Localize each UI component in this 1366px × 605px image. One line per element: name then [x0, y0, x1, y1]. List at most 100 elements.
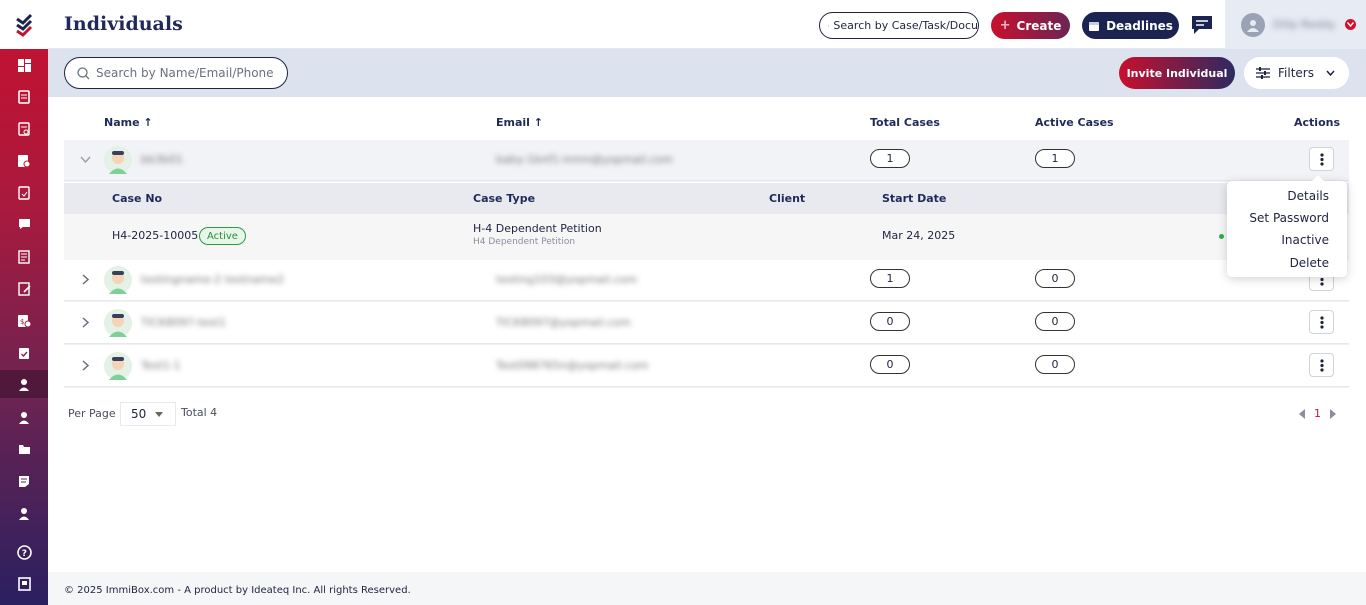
menu-item-details[interactable]: Details	[1287, 189, 1329, 203]
total-cases-count: 0	[870, 355, 910, 374]
individual-email: Test098765n@yopmail.com	[496, 359, 649, 372]
total-cases-count: 1	[870, 269, 910, 288]
case-type-subtitle: H4 Dependent Petition	[473, 237, 576, 247]
active-cases-count: 1	[1035, 149, 1075, 168]
deadlines-label: Deadlines	[1106, 18, 1173, 33]
user-name: Dilip Reddy	[1273, 18, 1336, 31]
individuals-icon[interactable]	[0, 370, 48, 398]
more-actions-button[interactable]	[1309, 353, 1334, 377]
chevron-right-icon[interactable]	[78, 358, 92, 372]
menu-item-inactive[interactable]: Inactive	[1281, 233, 1329, 247]
users-icon[interactable]	[0, 499, 48, 527]
chevron-down-icon[interactable]	[1345, 19, 1356, 30]
more-actions-button[interactable]	[1309, 147, 1334, 171]
menu-item-delete[interactable]: Delete	[1290, 256, 1329, 270]
column-header-case-no: Case No	[112, 192, 163, 205]
chevron-right-icon[interactable]	[78, 272, 92, 286]
global-search-input[interactable]: Search by Case/Task/Docu	[819, 12, 979, 39]
next-page-icon[interactable]	[1329, 408, 1336, 419]
copyright-text: © 2025 ImmiBox.com - A product by Ideate…	[64, 585, 411, 596]
user-avatar	[104, 266, 132, 294]
chevron-down-icon[interactable]	[78, 152, 92, 166]
chat-button[interactable]	[1189, 12, 1215, 38]
column-header-name[interactable]: Name ↑	[104, 116, 153, 129]
table-row[interactable]: Test1-1 Test098765n@yopmail.com 0 0	[64, 346, 1349, 387]
case-number[interactable]: H4-2025-10005	[112, 229, 198, 242]
table-row[interactable]: bb3b01 baby-1bnf1-mmn@yopmail.com 1 1	[64, 140, 1349, 181]
actions-dropdown-menu: Details Set Password Inactive Delete	[1227, 175, 1347, 277]
individual-name[interactable]: testingname-2 testname2	[141, 273, 284, 286]
sliders-icon	[1256, 67, 1270, 79]
messages-icon[interactable]	[0, 210, 48, 238]
column-header-actions: Actions	[1294, 116, 1340, 129]
footer: © 2025 ImmiBox.com - A product by Ideate…	[48, 572, 1366, 605]
billing-icon[interactable]	[0, 147, 48, 175]
column-header-start-date: Start Date	[882, 192, 947, 205]
create-button[interactable]: + Create	[991, 12, 1070, 39]
svg-text:?: ?	[21, 549, 26, 559]
table-row[interactable]: testingname-2 testname2 testing103@yopma…	[64, 260, 1349, 301]
documents-icon[interactable]	[0, 115, 48, 143]
individual-name[interactable]: bb3b01	[141, 153, 183, 166]
prev-page-icon[interactable]	[1299, 408, 1306, 419]
calendar-icon	[1089, 21, 1100, 31]
dropdown-arrow	[1312, 175, 1324, 181]
status-badge: Active	[199, 227, 246, 245]
notes-icon[interactable]	[0, 243, 48, 271]
list-search[interactable]	[64, 57, 288, 89]
sort-arrow-icon: ↑	[143, 116, 153, 129]
tasks-icon[interactable]	[0, 339, 48, 367]
kebab-icon	[1319, 152, 1324, 166]
chevron-down-icon	[1326, 70, 1335, 76]
pagination: 1	[1299, 407, 1336, 420]
folder-icon[interactable]	[0, 435, 48, 463]
global-search-placeholder: Search by Case/Task/Docu	[833, 19, 978, 32]
current-page[interactable]: 1	[1314, 407, 1321, 420]
guide-icon[interactable]	[0, 570, 48, 598]
search-icon	[77, 66, 90, 79]
column-header-client: Client	[769, 192, 806, 205]
case-row[interactable]: H4-2025-10005 Active H-4 Dependent Petit…	[64, 214, 1349, 260]
individual-name[interactable]: Test1-1	[141, 359, 181, 372]
total-cases-count: 0	[870, 312, 910, 331]
deadlines-button[interactable]: Deadlines	[1082, 12, 1179, 39]
column-header-email[interactable]: Email ↑	[496, 116, 543, 129]
app-logo[interactable]	[0, 0, 48, 49]
sidebar: $ ?	[0, 0, 48, 605]
filters-label: Filters	[1278, 66, 1314, 80]
sort-arrow-icon: ↑	[533, 116, 544, 129]
filters-button[interactable]: Filters	[1244, 57, 1349, 89]
templates-icon[interactable]	[0, 467, 48, 495]
caret-down-icon	[155, 412, 163, 417]
menu-item-set-password[interactable]: Set Password	[1249, 211, 1329, 225]
reports-icon[interactable]	[0, 275, 48, 303]
chat-icon	[1192, 16, 1212, 34]
kebab-icon	[1319, 315, 1324, 329]
dashboard-icon[interactable]	[0, 51, 48, 79]
forms-icon[interactable]	[0, 179, 48, 207]
invoices-icon[interactable]: $	[0, 307, 48, 335]
user-avatar	[104, 352, 132, 380]
case-type: H-4 Dependent Petition	[473, 222, 602, 235]
individual-name[interactable]: TICK8097-test1	[141, 316, 226, 329]
chevron-right-icon[interactable]	[78, 315, 92, 329]
search-icon	[828, 24, 830, 27]
contacts-icon[interactable]	[0, 403, 48, 431]
user-menu[interactable]: Dilip Reddy	[1225, 0, 1366, 49]
invite-individual-button[interactable]: Invite Individual	[1119, 57, 1235, 89]
more-actions-button[interactable]	[1309, 310, 1334, 334]
individual-email: TICK8097@yopmail.com	[496, 316, 631, 329]
search-input[interactable]	[96, 66, 276, 80]
per-page-select[interactable]: 50	[120, 402, 176, 426]
svg-text:$: $	[20, 318, 24, 326]
case-subtable-header: Case No Case Type Client Start Date	[64, 183, 1349, 214]
active-cases-count: 0	[1035, 312, 1075, 331]
page-title: Individuals	[64, 13, 183, 35]
start-date: Mar 24, 2025	[882, 229, 956, 242]
create-label: Create	[1016, 18, 1062, 33]
table-row[interactable]: TICK8097-test1 TICK8097@yopmail.com 0 0	[64, 303, 1349, 344]
help-icon[interactable]: ?	[0, 538, 48, 566]
cases-icon[interactable]	[0, 83, 48, 111]
active-cases-count: 0	[1035, 355, 1075, 374]
individual-email: baby-1bnf1-mmn@yopmail.com	[496, 153, 673, 166]
